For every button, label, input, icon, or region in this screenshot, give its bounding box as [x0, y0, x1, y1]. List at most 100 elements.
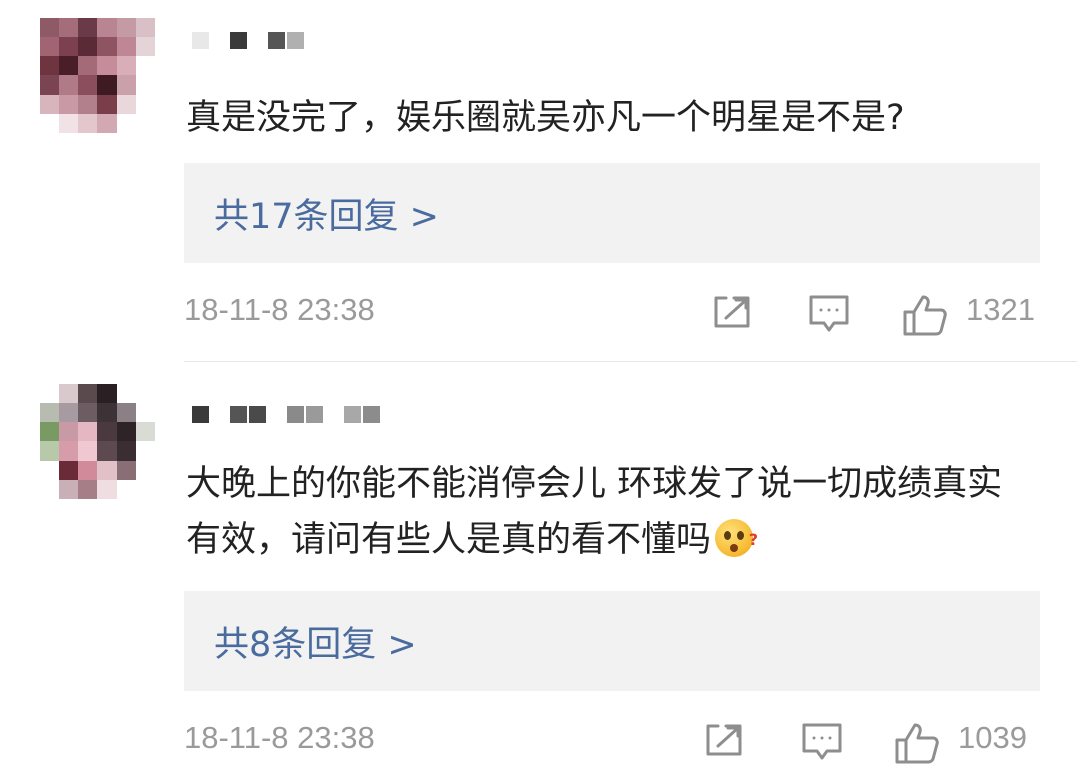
username-pixelated[interactable] — [192, 404, 380, 424]
username-pixel — [249, 405, 266, 423]
avatar-pixel — [78, 18, 98, 38]
avatar-pixel — [116, 37, 136, 57]
avatar-pixel — [40, 37, 60, 57]
avatar-pixel — [40, 384, 60, 404]
avatar-pixel — [40, 441, 60, 461]
avatar-pixel — [135, 384, 155, 404]
avatar-pixel — [116, 403, 136, 423]
avatar-pixel — [97, 403, 117, 423]
avatar-pixel — [59, 479, 79, 499]
avatar-pixel — [59, 18, 79, 38]
avatar-pixel — [116, 479, 136, 499]
comment-item: 真是没完了，娱乐圈就吴亦凡一个明星是不是? 共17条回复 > 18-11-8 2… — [0, 0, 1077, 362]
avatar-pixel — [59, 75, 79, 95]
avatar-pixel — [78, 113, 98, 133]
avatar-pixel — [40, 56, 60, 76]
comment-meta: 18-11-8 23:38 1321 — [184, 290, 1039, 336]
avatar-pixel — [40, 18, 60, 38]
username-pixel — [211, 31, 228, 49]
avatar-pixel — [135, 94, 155, 114]
username-pixelated[interactable] — [192, 30, 304, 50]
avatar-pixel — [78, 94, 98, 114]
comment-timestamp: 18-11-8 23:38 — [184, 720, 375, 755]
avatar-pixel — [116, 18, 136, 38]
avatar-pixel — [78, 422, 98, 442]
avatar-pixel — [116, 384, 136, 404]
comment-icon[interactable] — [801, 722, 843, 766]
avatar-pixel — [116, 56, 136, 76]
avatar-pixel — [97, 113, 117, 133]
avatar-pixel — [78, 384, 98, 404]
avatar-pixel — [116, 422, 136, 442]
avatar-pixel — [97, 94, 117, 114]
username-pixel — [325, 405, 342, 423]
username-pixel — [287, 405, 304, 423]
username-pixel — [268, 405, 285, 423]
avatar-pixel — [78, 403, 98, 423]
username-pixel — [287, 31, 304, 49]
avatar-pixel — [135, 460, 155, 480]
avatar-pixel — [40, 94, 60, 114]
avatar-pixel — [116, 460, 136, 480]
avatar-pixel — [59, 56, 79, 76]
avatar-pixel — [97, 479, 117, 499]
username-pixel — [230, 405, 247, 423]
avatar-pixel — [135, 75, 155, 95]
view-replies-button[interactable]: 共8条回复 > — [184, 591, 1040, 691]
share-icon[interactable] — [712, 294, 752, 334]
avatar-pixel — [59, 94, 79, 114]
view-replies-button[interactable]: 共17条回复 > — [184, 163, 1040, 263]
avatar-pixel — [40, 75, 60, 95]
comment-text-body: 大晚上的你能不能消停会儿 环球发了说一切成绩真实有效，请问有些人是真的看不懂吗 — [186, 464, 1003, 560]
like-icon[interactable] — [902, 294, 948, 340]
avatar-pixel — [97, 384, 117, 404]
username-pixel — [230, 31, 247, 49]
avatar-pixel — [78, 75, 98, 95]
username-pixel — [192, 405, 209, 423]
emoji-question-mark: ? — [748, 530, 759, 549]
comment-icon[interactable] — [808, 294, 850, 338]
surprised-face-emoji-icon: ? — [715, 519, 758, 557]
avatar-pixel — [40, 460, 60, 480]
share-icon[interactable] — [704, 722, 744, 762]
avatar-pixel — [97, 75, 117, 95]
comment-text: 真是没完了，娱乐圈就吴亦凡一个明星是不是? — [186, 98, 905, 138]
username-pixel — [306, 405, 323, 423]
avatar-pixel — [135, 422, 155, 442]
avatar-pixel — [135, 56, 155, 76]
avatar-pixel — [59, 384, 79, 404]
username-pixel — [249, 31, 266, 49]
avatar-pixel — [116, 113, 136, 133]
avatar-pixel — [78, 479, 98, 499]
like-count: 1039 — [958, 720, 1027, 755]
avatar-pixel — [135, 113, 155, 133]
username-pixel — [344, 405, 361, 423]
avatar-pixel — [78, 460, 98, 480]
avatar-pixel — [135, 37, 155, 57]
like-icon[interactable] — [894, 722, 940, 768]
username-pixel — [211, 405, 228, 423]
avatar-pixel — [135, 18, 155, 38]
avatar[interactable] — [40, 384, 155, 499]
avatar-pixel — [78, 441, 98, 461]
avatar-pixel — [59, 422, 79, 442]
avatar-pixel — [59, 113, 79, 133]
avatar-pixel — [40, 422, 60, 442]
avatar-pixel — [116, 75, 136, 95]
comment-text: 大晚上的你能不能消停会儿 环球发了说一切成绩真实有效，请问有些人是真的看不懂吗? — [186, 456, 1037, 568]
avatar-pixel — [40, 403, 60, 423]
avatar-pixel — [97, 37, 117, 57]
avatar-pixel — [59, 441, 79, 461]
avatar-pixel — [59, 37, 79, 57]
avatar-pixel — [135, 403, 155, 423]
avatar-pixel — [116, 94, 136, 114]
comment-timestamp: 18-11-8 23:38 — [184, 292, 375, 327]
comment-item: 大晚上的你能不能消停会儿 环球发了说一切成绩真实有效，请问有些人是真的看不懂吗?… — [0, 362, 1077, 770]
avatar-pixel — [97, 460, 117, 480]
avatar-pixel — [116, 441, 136, 461]
avatar-pixel — [78, 56, 98, 76]
avatar-pixel — [59, 460, 79, 480]
like-count: 1321 — [966, 292, 1035, 327]
username-pixel — [268, 31, 285, 49]
avatar[interactable] — [40, 18, 155, 133]
